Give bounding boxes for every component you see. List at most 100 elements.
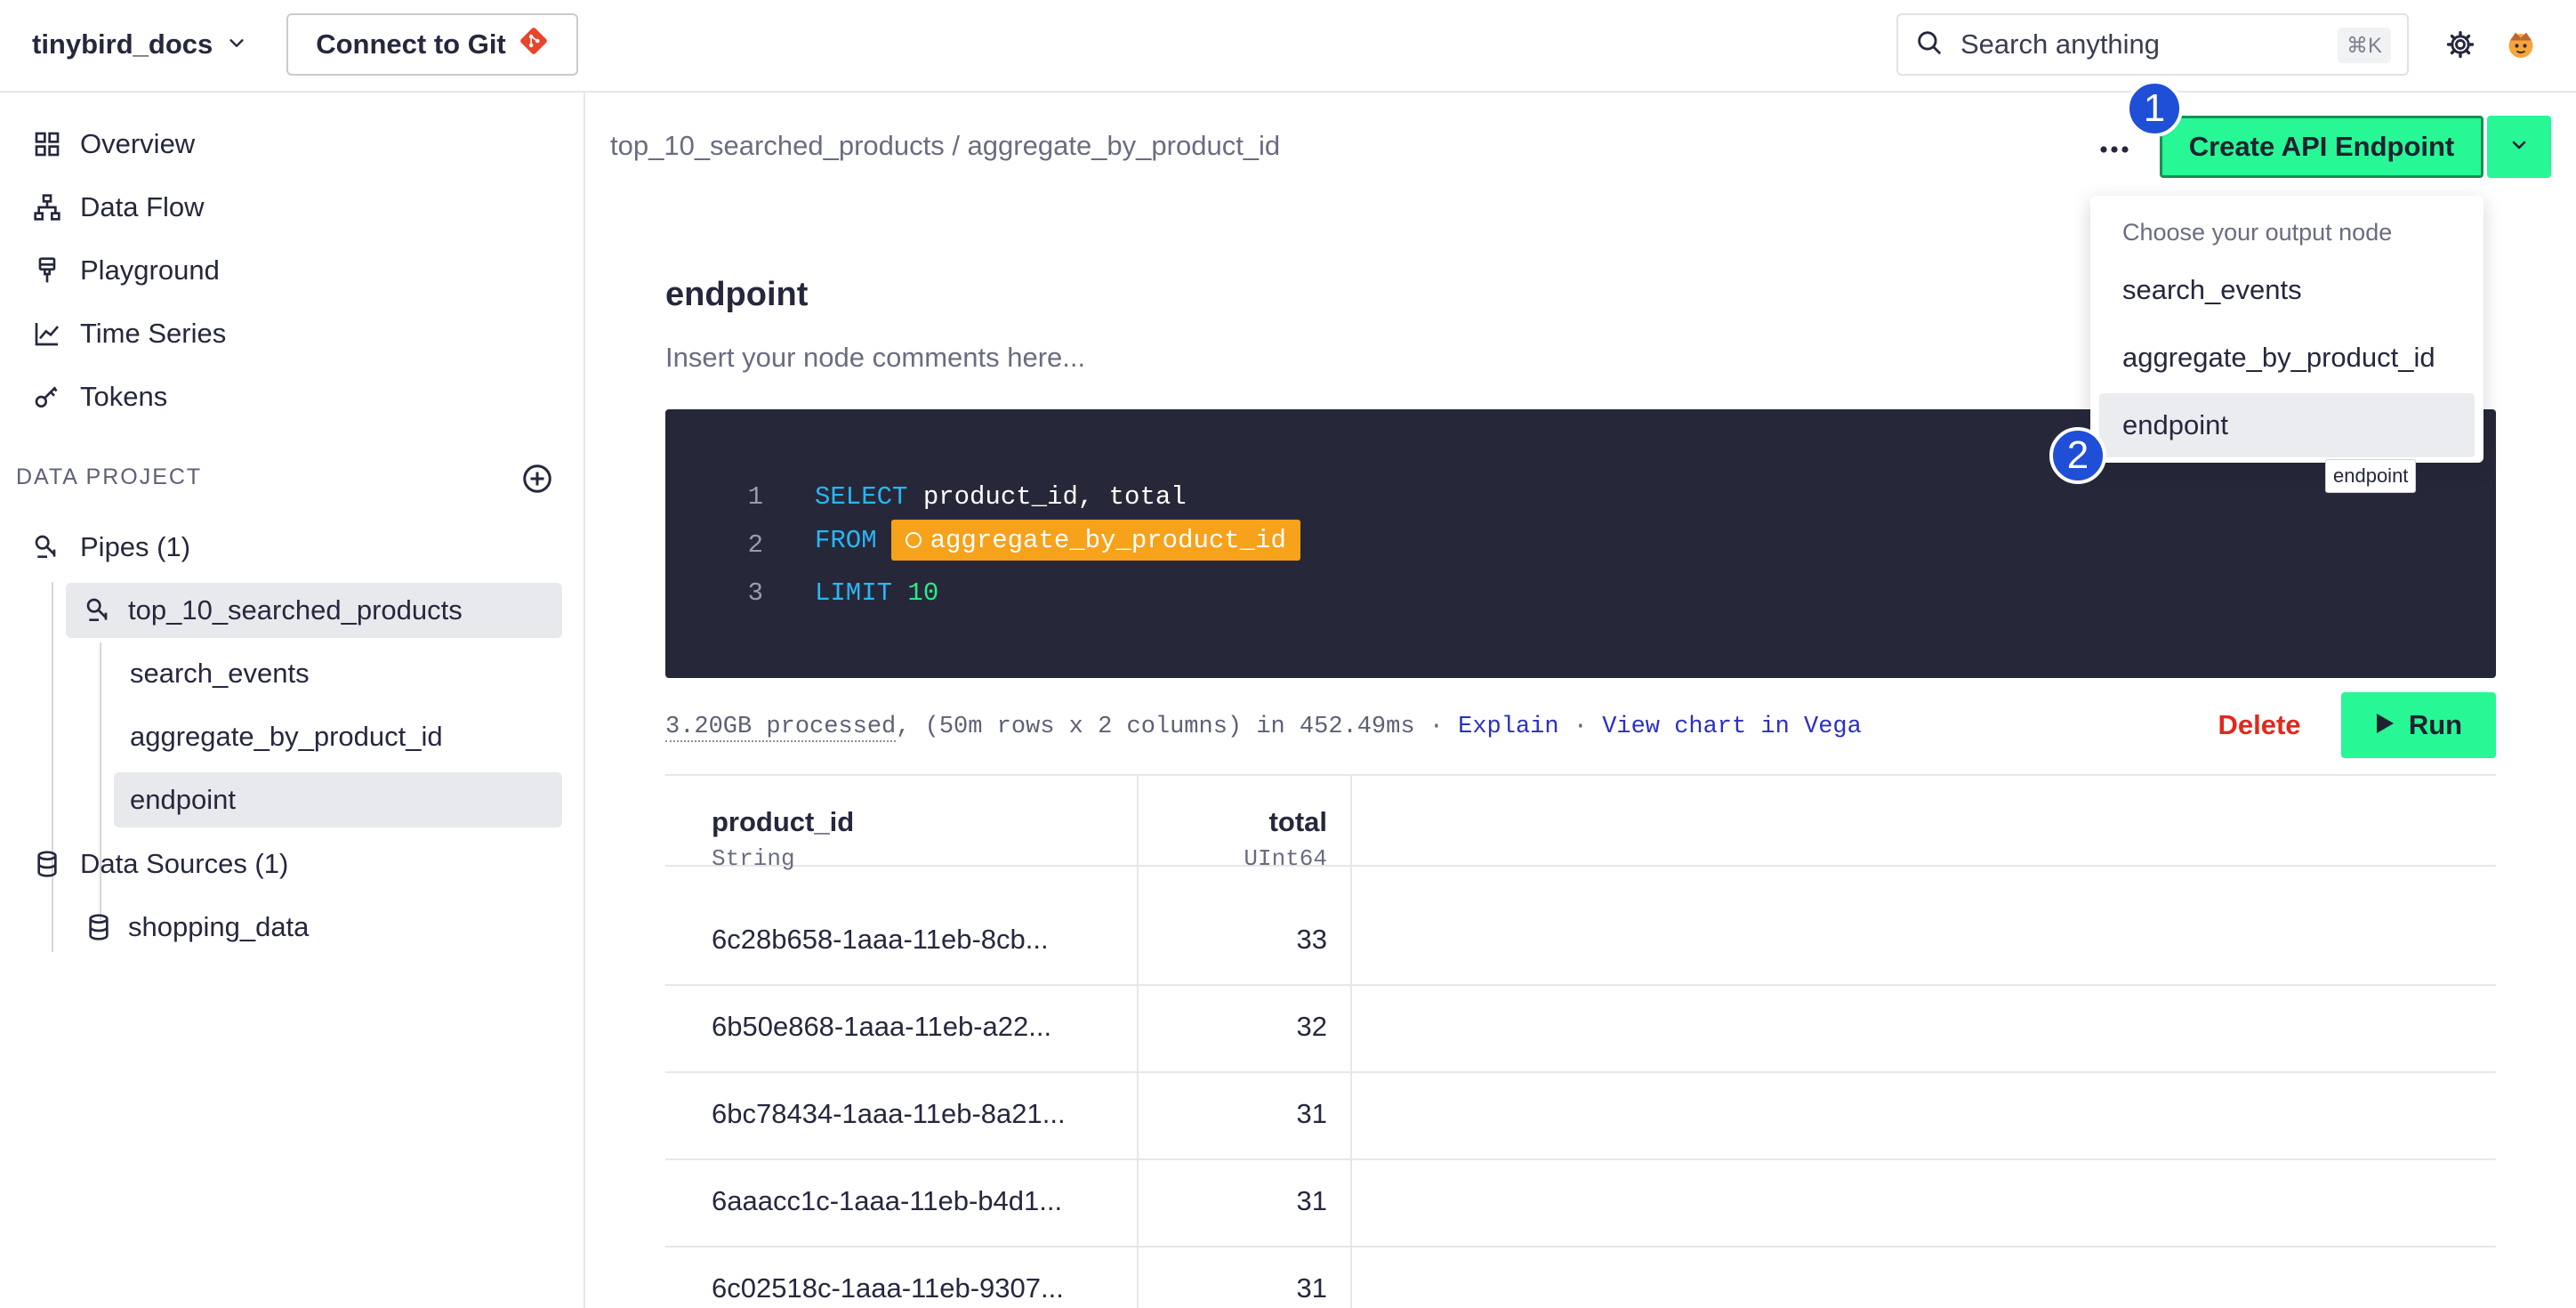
search-icon <box>1914 28 1944 62</box>
cell-total: 31 <box>1296 1098 1327 1129</box>
workspace-name: tinybird_docs <box>32 28 213 60</box>
node-name: aggregate_by_product_id <box>130 721 443 752</box>
column-type: UInt64 <box>1244 845 1327 872</box>
query-details: , (50m rows x 2 columns) in 452.49ms · <box>896 714 1459 740</box>
sql-keyword: FROM <box>815 525 877 555</box>
explain-link[interactable]: Explain <box>1458 714 1558 742</box>
play-icon <box>2375 709 2395 741</box>
column-type: String <box>712 845 795 872</box>
table-divider <box>1137 774 1139 1308</box>
dropdown-label: Choose your output node <box>2122 219 2393 246</box>
node-reference-label: aggregate_by_product_id <box>930 525 1286 555</box>
create-api-endpoint-button[interactable]: Create API Endpoint <box>2160 116 2483 178</box>
delete-node-button[interactable]: Delete <box>2197 692 2322 758</box>
create-options-toggle[interactable] <box>2487 116 2551 178</box>
sql-keyword: SELECT <box>815 482 908 512</box>
delete-label: Delete <box>2218 709 2301 740</box>
cell-product-id: 6aaacc1c-1aaa-11eb-b4d1... <box>712 1185 1063 1216</box>
dropdown-item-label: aggregate_by_product_id <box>2122 342 2435 373</box>
view-chart-vega-link[interactable]: View chart in Vega <box>1602 714 1862 742</box>
sidebar-item-label: Overview <box>80 128 196 159</box>
line-number: 1 <box>747 482 763 512</box>
workspace-switcher[interactable]: tinybird_docs <box>32 23 246 66</box>
sidebar-item-pipes[interactable]: Pipes (1) <box>32 520 566 575</box>
dropdown-item-aggregate-by-product-id[interactable]: aggregate_by_product_id <box>2099 326 2475 390</box>
node-name: endpoint <box>130 784 236 815</box>
node-description[interactable]: Insert your node comments here... <box>665 342 1085 374</box>
sidebar: Overview Data Flow Playground Time Serie… <box>0 93 585 1308</box>
chevron-down-icon <box>227 33 246 57</box>
cell-product-id: 6b50e868-1aaa-11eb-a22... <box>712 1011 1052 1042</box>
pipe-item-top-10-searched-products[interactable]: top_10_searched_products <box>66 583 562 638</box>
run-button[interactable]: Run <box>2341 692 2496 758</box>
pipe-icon <box>32 532 62 562</box>
database-icon <box>84 912 114 942</box>
key-icon <box>32 382 62 412</box>
tooltip: endpoint <box>2325 459 2417 493</box>
line-number: 3 <box>747 578 763 608</box>
cell-total: 31 <box>1296 1272 1327 1304</box>
gear-icon[interactable] <box>2443 27 2478 62</box>
cell-total: 32 <box>1296 1011 1327 1042</box>
chevron-down-icon <box>2508 134 2530 160</box>
table-divider <box>665 774 2496 776</box>
code-line-2: FROM aggregate_by_product_id <box>815 520 1300 561</box>
cell-product-id: 6bc78434-1aaa-11eb-8a21... <box>712 1098 1066 1129</box>
sidebar-item-label: Tokens <box>80 381 168 412</box>
dropdown-item-label: endpoint <box>2122 409 2228 440</box>
pipe-icon <box>84 595 114 626</box>
results-table: product_id String total UInt64 6c28b658-… <box>665 774 2496 1308</box>
dropdown-item-search-events[interactable]: search_events <box>2099 258 2475 322</box>
cell-total: 31 <box>1296 1185 1327 1216</box>
add-resource-button[interactable] <box>521 463 555 497</box>
step-badge-1: 1 <box>2126 80 2183 137</box>
sidebar-item-label: Time Series <box>80 318 227 349</box>
connect-git-button[interactable]: Connect to Git <box>286 13 578 76</box>
sql-number: 10 <box>892 578 939 608</box>
sidebar-item-time-series[interactable]: Time Series <box>32 309 226 359</box>
table-divider <box>665 865 2496 867</box>
flow-icon <box>32 192 62 222</box>
database-icon <box>32 849 62 879</box>
section-label-data-project: DATA PROJECT <box>16 464 203 489</box>
sidebar-item-label: Pipes (1) <box>80 531 191 562</box>
breadcrumb[interactable]: top_10_searched_products / aggregate_by_… <box>610 130 1280 162</box>
run-label: Run <box>2408 709 2463 740</box>
cell-total: 33 <box>1296 924 1327 955</box>
search-input[interactable]: Search anything ⌘K <box>1896 13 2409 76</box>
sidebar-item-playground[interactable]: Playground <box>32 246 220 295</box>
sidebar-item-data-flow[interactable]: Data Flow <box>32 182 205 232</box>
sidebar-item-label: Playground <box>80 254 220 286</box>
pipe-name: top_10_searched_products <box>128 594 463 626</box>
circle-icon <box>905 532 922 548</box>
step-badge-2: 2 <box>2049 427 2106 484</box>
query-stats: 3.20GB processed, (50m rows x 2 columns)… <box>665 714 1862 742</box>
stats-separator: · <box>1558 714 1603 740</box>
node-reference-chip[interactable]: aggregate_by_product_id <box>890 520 1300 561</box>
dropdown-item-endpoint[interactable]: endpoint <box>2099 393 2475 457</box>
datasource-item-shopping-data[interactable]: shopping_data <box>66 900 562 955</box>
node-item-search-events[interactable]: search_events <box>114 646 562 701</box>
sql-columns: product_id, total <box>907 482 1187 512</box>
sidebar-item-overview[interactable]: Overview <box>32 119 195 169</box>
create-api-endpoint-label: Create API Endpoint <box>2188 131 2455 162</box>
sidebar-item-tokens[interactable]: Tokens <box>32 372 167 422</box>
datasource-name: shopping_data <box>128 911 310 942</box>
more-options-button[interactable] <box>2092 132 2137 167</box>
sidebar-item-label: Data Sources (1) <box>80 848 289 879</box>
sidebar-item-data-sources[interactable]: Data Sources (1) <box>32 836 566 892</box>
top-bar: tinybird_docs Connect to Git Search anyt… <box>0 0 2576 93</box>
git-icon <box>519 26 549 63</box>
brush-icon <box>32 255 62 286</box>
node-item-endpoint[interactable]: endpoint <box>114 772 562 828</box>
node-item-aggregate-by-product-id[interactable]: aggregate_by_product_id <box>114 709 562 764</box>
cell-product-id: 6c02518c-1aaa-11eb-9307... <box>712 1272 1064 1304</box>
avatar[interactable] <box>2503 27 2539 62</box>
code-line-3: LIMIT 10 <box>815 578 938 608</box>
processed-bytes[interactable]: 3.20GB processed <box>665 714 897 742</box>
table-divider <box>665 984 2496 986</box>
node-title[interactable]: endpoint <box>665 276 808 314</box>
dropdown-item-label: search_events <box>2122 274 2302 305</box>
connect-git-label: Connect to Git <box>316 28 506 60</box>
table-divider <box>665 1071 2496 1073</box>
